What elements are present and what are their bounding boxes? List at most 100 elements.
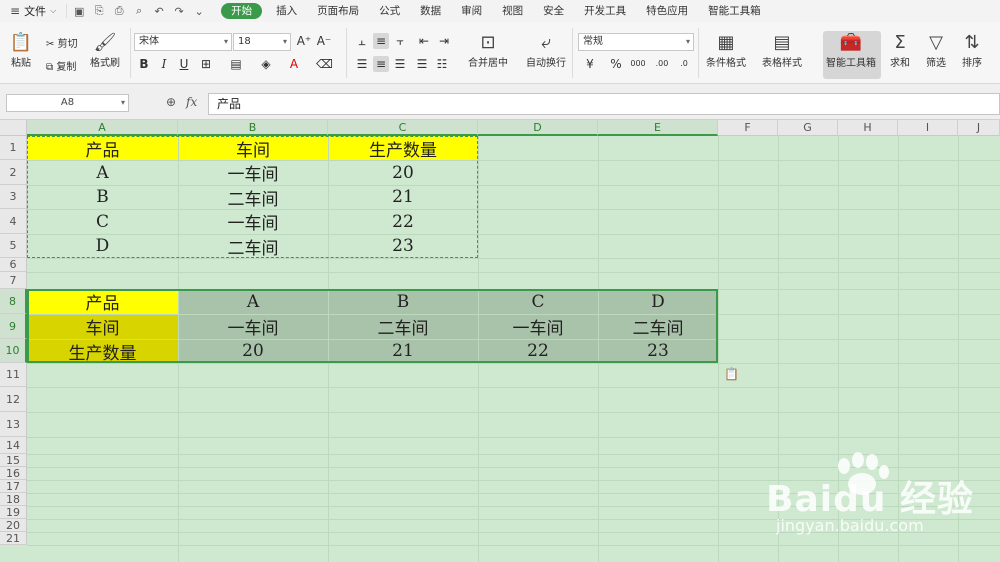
sort-button[interactable]: ⇅ 排序 <box>962 32 982 69</box>
print-icon[interactable]: ⎙ <box>111 4 127 18</box>
cell-b9[interactable]: 一车间 <box>178 314 328 339</box>
thousands-icon[interactable]: 000 <box>630 56 646 72</box>
row-header-5[interactable]: 5 <box>0 234 27 258</box>
cell-a8[interactable]: 产品 <box>27 289 178 314</box>
column-header-c[interactable]: C <box>328 120 478 136</box>
row-header-13[interactable]: 13 <box>0 412 27 437</box>
row-header-8[interactable]: 8 <box>0 289 27 314</box>
row-header-21[interactable]: 21 <box>0 532 27 545</box>
cell-c5[interactable]: 23 <box>328 234 478 258</box>
column-header-g[interactable]: G <box>778 120 838 136</box>
align-middle-icon[interactable]: ≡ <box>373 33 389 49</box>
cell-a10[interactable]: 生产数量 <box>27 339 178 364</box>
cell-c1[interactable]: 生产数量 <box>328 136 478 161</box>
tab-security[interactable]: 安全 <box>533 0 574 22</box>
row-header-6[interactable]: 6 <box>0 258 27 272</box>
row-header-2[interactable]: 2 <box>0 160 27 185</box>
cell-e10[interactable]: 23 <box>598 339 718 363</box>
format-painter-button[interactable]: 🖌 格式刷 <box>90 32 120 69</box>
align-bottom-icon[interactable]: ⫟ <box>392 33 408 49</box>
number-format-select[interactable]: 常规 ▾ <box>578 33 694 51</box>
row-header-17[interactable]: 17 <box>0 480 27 493</box>
row-header-19[interactable]: 19 <box>0 506 27 519</box>
border-icon[interactable]: ⊞ <box>198 56 214 72</box>
distribute-icon[interactable]: ☷ <box>434 56 450 72</box>
tab-data[interactable]: 数据 <box>410 0 451 22</box>
cell-a1[interactable]: 产品 <box>27 136 178 161</box>
select-all-corner[interactable] <box>0 120 27 136</box>
column-header-h[interactable]: H <box>838 120 898 136</box>
cell-b10[interactable]: 20 <box>178 339 328 363</box>
row-header-16[interactable]: 16 <box>0 467 27 480</box>
decrease-font-icon[interactable]: A⁻ <box>316 33 332 49</box>
align-center-icon[interactable]: ≡ <box>373 56 389 72</box>
cell-c8[interactable]: B <box>328 289 478 314</box>
wrap-text-button[interactable]: ⤶ 自动换行 <box>526 32 566 69</box>
font-color-icon[interactable]: A <box>286 56 302 72</box>
tab-view[interactable]: 视图 <box>492 0 533 22</box>
bold-icon[interactable]: B <box>136 56 152 72</box>
tab-home[interactable]: 开始 <box>221 3 263 19</box>
indent-decrease-icon[interactable]: ⇤ <box>416 33 432 49</box>
cell-b5[interactable]: 二车间 <box>178 234 328 259</box>
fx-icon[interactable]: fx <box>186 95 197 109</box>
row-header-14[interactable]: 14 <box>0 437 27 454</box>
align-right-icon[interactable]: ☰ <box>392 56 408 72</box>
cell-b2[interactable]: 一车间 <box>178 160 328 185</box>
increase-font-icon[interactable]: A⁺ <box>296 33 312 49</box>
increase-decimal-icon[interactable]: .00 <box>654 56 670 72</box>
row-header-20[interactable]: 20 <box>0 519 27 532</box>
column-header-d[interactable]: D <box>478 120 598 136</box>
file-menu[interactable]: ≡ 文件 ⌵ <box>0 0 62 22</box>
cell-e8[interactable]: D <box>598 289 718 314</box>
row-header-4[interactable]: 4 <box>0 209 27 234</box>
fill-style-icon[interactable]: ▤ <box>228 56 244 72</box>
column-header-a[interactable]: A <box>27 120 178 136</box>
tab-developer[interactable]: 开发工具 <box>574 0 636 22</box>
indent-increase-icon[interactable]: ⇥ <box>436 33 452 49</box>
cell-c4[interactable]: 22 <box>328 209 478 234</box>
cell-b3[interactable]: 二车间 <box>178 185 328 210</box>
paste-button[interactable]: 📋 粘贴 <box>8 32 34 69</box>
cell-c2[interactable]: 20 <box>328 160 478 185</box>
align-left-icon[interactable]: ☰ <box>354 56 370 72</box>
zoom-icon[interactable]: ⊕ <box>166 95 176 109</box>
row-header-11[interactable]: 11 <box>0 363 27 387</box>
customize-icon[interactable]: ⌄ <box>191 5 207 18</box>
tab-formulas[interactable]: 公式 <box>369 0 410 22</box>
cut-button[interactable]: ✂ 剪切 <box>46 35 78 50</box>
paste-options-icon[interactable]: 📋 <box>724 367 739 381</box>
smart-toolbox-button[interactable]: 🧰 智能工具箱 <box>826 32 876 69</box>
row-header-1[interactable]: 1 <box>0 136 27 160</box>
cell-a9[interactable]: 车间 <box>27 314 178 339</box>
column-header-e[interactable]: E <box>598 120 718 136</box>
column-header-j[interactable]: J <box>958 120 1000 136</box>
cell-d8[interactable]: C <box>478 289 598 314</box>
row-header-12[interactable]: 12 <box>0 387 27 412</box>
currency-icon[interactable]: ¥ <box>582 56 598 72</box>
tab-page-layout[interactable]: 页面布局 <box>307 0 369 22</box>
column-header-f[interactable]: F <box>718 120 778 136</box>
row-header-3[interactable]: 3 <box>0 185 27 209</box>
tab-smart-toolbox[interactable]: 智能工具箱 <box>698 0 771 22</box>
cell-a5[interactable]: D <box>27 234 178 258</box>
clear-format-icon[interactable]: ⌫ <box>316 56 333 72</box>
cell-a3[interactable]: B <box>27 185 178 209</box>
font-name-select[interactable]: 宋体 ▾ <box>134 33 232 51</box>
italic-icon[interactable]: I <box>156 56 172 72</box>
justify-icon[interactable]: ☰ <box>414 56 430 72</box>
tab-review[interactable]: 审阅 <box>451 0 492 22</box>
cell-b8[interactable]: A <box>178 289 328 314</box>
sum-button[interactable]: Σ 求和 <box>890 32 910 69</box>
copy-button[interactable]: ⧉ 复制 <box>46 58 76 73</box>
font-size-select[interactable]: 18 ▾ <box>233 33 291 51</box>
table-style-button[interactable]: ▤ 表格样式 <box>762 32 802 69</box>
cell-b4[interactable]: 一车间 <box>178 209 328 234</box>
percent-icon[interactable]: % <box>608 56 624 72</box>
tab-insert[interactable]: 插入 <box>266 0 307 22</box>
save-icon[interactable]: ▣ <box>71 5 87 18</box>
column-header-i[interactable]: I <box>898 120 958 136</box>
worksheet[interactable]: A B C D E F G H I J 1 2 3 4 5 6 7 8 9 10 11 12 13 14 15 16 17 18 19 2… <box>0 120 1000 562</box>
print-preview-icon[interactable]: ⌕ <box>131 4 147 18</box>
undo-icon[interactable]: ↶ <box>151 5 167 18</box>
